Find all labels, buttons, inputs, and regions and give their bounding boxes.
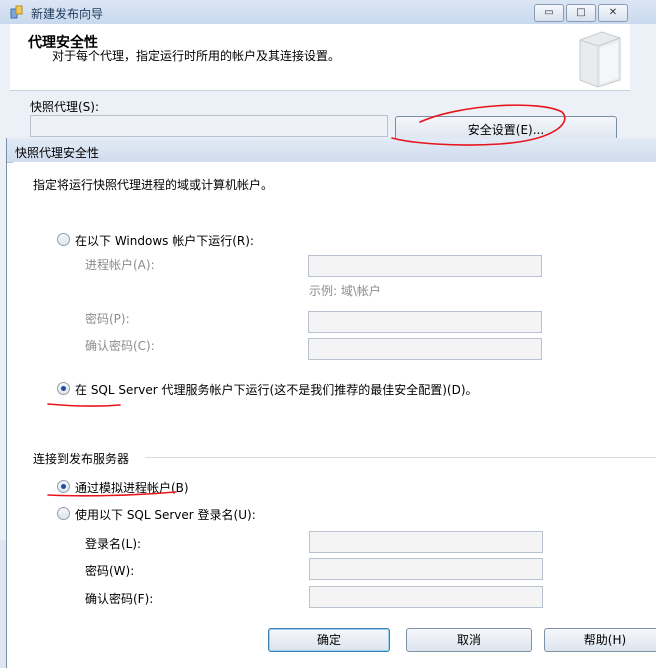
connect-publisher-group-label: 连接到发布服务器	[33, 452, 130, 466]
help-button[interactable]: 帮助(H)	[544, 628, 656, 652]
wizard-title: 新建发布向导	[31, 7, 104, 21]
maximize-button[interactable]: □	[566, 4, 596, 22]
ok-button[interactable]: 确定	[268, 628, 390, 652]
cancel-button[interactable]: 取消	[406, 628, 532, 652]
login-name-input[interactable]	[309, 531, 543, 553]
example-hint: 示例: 域\帐户	[309, 284, 381, 298]
page-subtitle: 对于每个代理，指定运行时所用的帐户及其连接设置。	[52, 49, 341, 63]
minimize-icon: ▭	[544, 7, 554, 18]
login-confirm-password-label: 确认密码(F):	[85, 592, 154, 606]
radio-windows-account[interactable]	[57, 233, 70, 246]
impersonate-process-account-label[interactable]: 通过模拟进程帐户(B)	[75, 479, 189, 496]
dialog-title: 快照代理安全性	[15, 146, 100, 160]
close-icon: ✕	[608, 7, 618, 18]
snapshot-agent-field	[30, 115, 388, 137]
login-confirm-password-input[interactable]	[309, 586, 543, 608]
login-name-label: 登录名(L):	[85, 537, 142, 551]
wizard-app-icon	[10, 5, 23, 19]
process-account-input[interactable]	[308, 255, 542, 277]
minimize-button[interactable]: ▭	[534, 4, 564, 22]
snapshot-agent-security-dialog: 快照代理安全性 指定将运行快照代理进程的域或计算机帐户。 在以下 Windows…	[6, 138, 656, 668]
radio-sql-server-login[interactable]	[57, 507, 70, 520]
dialog-instruction: 指定将运行快照代理进程的域或计算机帐户。	[33, 178, 274, 192]
dialog-titlebar[interactable]: 快照代理安全性	[7, 138, 656, 163]
login-password-input[interactable]	[309, 558, 543, 580]
password-label: 密码(P):	[85, 312, 130, 326]
maximize-icon: □	[576, 7, 586, 18]
radio-sql-agent-account[interactable]	[57, 382, 70, 395]
confirm-password-input[interactable]	[308, 338, 542, 360]
sql-server-login-label[interactable]: 使用以下 SQL Server 登录名(U):	[75, 506, 256, 523]
group-divider	[145, 457, 656, 458]
login-password-label: 密码(W):	[85, 564, 135, 578]
radio-impersonate-process-account[interactable]	[57, 480, 70, 493]
dialog-body: 指定将运行快照代理进程的域或计算机帐户。 在以下 Windows 帐户下运行(R…	[13, 162, 656, 668]
confirm-password-label: 确认密码(C):	[85, 339, 155, 353]
snapshot-agent-label: 快照代理(S):	[30, 100, 100, 114]
password-input[interactable]	[308, 311, 542, 333]
wizard-titlebar[interactable]: 新建发布向导 ▭ □ ✕	[0, 0, 656, 24]
process-account-label: 进程帐户(A):	[85, 258, 155, 272]
close-button[interactable]: ✕	[598, 4, 628, 22]
wizard-header: 代理安全性 对于每个代理，指定运行时所用的帐户及其连接设置。	[10, 24, 630, 91]
sql-agent-account-label[interactable]: 在 SQL Server 代理服务帐户下运行(这不是我们推荐的最佳安全配置)(D…	[75, 381, 478, 398]
windows-account-label[interactable]: 在以下 Windows 帐户下运行(R):	[75, 232, 254, 249]
server-graphic-icon	[579, 31, 621, 88]
